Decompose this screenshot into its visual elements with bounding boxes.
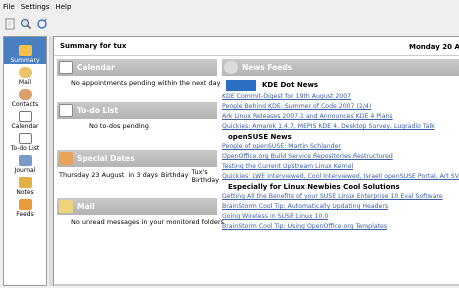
- section-title: Calendar: [77, 63, 115, 72]
- feed-link[interactable]: People Behind KDE: Summer of Code 2007 (…: [222, 102, 459, 112]
- sidebar-item-label: Calendar: [11, 123, 39, 130]
- feed-link[interactable]: People of openSUSE: Martin Schlander: [222, 142, 459, 152]
- sidebar: Summary Mail Contacts Calendar To-do Lis…: [3, 36, 47, 286]
- section-title: News Feeds: [242, 63, 293, 72]
- sidebar-item-label: Journal: [14, 167, 36, 174]
- calendar-icon: [59, 61, 73, 74]
- special-who: Tux's Birthday: [191, 168, 219, 198]
- special-type: Birthday: [160, 171, 189, 179]
- calendar-icon: [18, 111, 32, 122]
- feed-link[interactable]: Ark Linux Releases 2007.1 and Announces …: [222, 112, 459, 122]
- special-who-line2: Birthday: [191, 176, 220, 184]
- sidebar-item-journal[interactable]: Journal: [4, 152, 46, 174]
- special-date: Thursday 23 August: [59, 171, 125, 179]
- mail-section-header: Mail: [57, 198, 217, 215]
- feeds-icon: [18, 199, 32, 210]
- news-feeds-section-header: News Feeds: [222, 59, 459, 76]
- page-title: Summary for tux: [60, 42, 127, 50]
- todo-icon: [18, 133, 32, 144]
- sync-icon[interactable]: [35, 17, 49, 31]
- feed-group-title: openSUSE News: [228, 133, 292, 141]
- todo-icon: [59, 104, 73, 117]
- section-title: Special Dates: [77, 154, 135, 163]
- feed-link[interactable]: Testing the Current Upstream Linux Kerne…: [222, 162, 459, 172]
- feed-link[interactable]: OpenOffice.org Build Service Repositorie…: [222, 152, 459, 162]
- summary-left-column: Calendar No appointments pending within …: [57, 59, 224, 226]
- sidebar-item-calendar[interactable]: Calendar: [4, 108, 46, 130]
- todo-text: No to-dos pending: [89, 122, 149, 130]
- feed-link[interactable]: KDE Commit-Digest for 19th August 2007: [222, 92, 459, 102]
- special-dates-section-header: Special Dates: [57, 150, 217, 167]
- feed-link[interactable]: BrainStorm Cool Tip: Automatically Updat…: [222, 202, 459, 212]
- summary-view: Summary for tux Monday 20 Augu Calendar …: [53, 36, 459, 286]
- special-date-row: Thursday 23 August in 3 days Birthday Tu…: [57, 167, 219, 198]
- current-date: Monday 20 Augu: [409, 43, 459, 51]
- feed-link[interactable]: Quickies: Amarok 1.4.7, MEPIS KDE 4, Des…: [222, 122, 459, 132]
- feed-link[interactable]: Quickies: LWE Interviewed, Cool Intervie…: [222, 172, 459, 182]
- feed-link[interactable]: Going Wireless in SUSE Linux 10.0: [222, 212, 459, 222]
- feed-group-title: Especially for Linux Newbies Cool Soluti…: [228, 183, 400, 191]
- feed-group-title: KDE Dot News: [262, 81, 319, 89]
- section-title: To-do List: [77, 106, 118, 115]
- summary-icon: [18, 45, 32, 56]
- mail-icon: [18, 67, 32, 78]
- search-icon[interactable]: [19, 17, 33, 31]
- sidebar-item-label: Mail: [18, 79, 32, 86]
- mail-icon: [59, 200, 73, 213]
- summary-right-column: News Feeds KDE Dot News KDE Commit-Diges…: [222, 59, 459, 232]
- section-title: Mail: [77, 202, 95, 211]
- menu-file[interactable]: File: [3, 3, 15, 11]
- notes-icon: [18, 177, 32, 188]
- cake-icon: [59, 152, 73, 165]
- sidebar-item-summary[interactable]: Summary: [4, 37, 46, 64]
- sidebar-item-label: Feeds: [16, 211, 34, 218]
- sidebar-item-mail[interactable]: Mail: [4, 64, 46, 86]
- horizontal-scrollbar[interactable]: [54, 284, 459, 286]
- sidebar-item-contacts[interactable]: Contacts: [4, 86, 46, 108]
- calendar-text: No appointments pending within the next …: [71, 79, 221, 87]
- sidebar-item-label: To-do List: [10, 145, 40, 152]
- feed-group-header: KDE Dot News: [222, 78, 459, 92]
- sidebar-item-todo[interactable]: To-do List: [4, 130, 46, 152]
- feed-link[interactable]: Getting All the Benefits of your SUSE Li…: [222, 192, 459, 202]
- sidebar-item-notes[interactable]: Notes: [4, 174, 46, 196]
- mail-text: No unread messages in your monitored fol…: [71, 218, 224, 226]
- feeds-icon: [224, 61, 238, 74]
- journal-icon: [18, 155, 32, 166]
- toolbar: [0, 13, 459, 35]
- summary-header: Summary for tux Monday 20 Augu: [54, 37, 459, 56]
- contacts-icon: [18, 89, 32, 100]
- special-when: in 3 days: [128, 171, 158, 179]
- feed-link[interactable]: BrainStorm Cool Tip: Using OpenOffice.or…: [222, 222, 459, 232]
- sidebar-item-label: Notes: [16, 189, 34, 196]
- menu-help[interactable]: Help: [55, 3, 71, 11]
- special-who-line1: Tux's: [191, 168, 208, 176]
- calendar-section-header: Calendar: [57, 59, 217, 76]
- new-icon[interactable]: [3, 17, 17, 31]
- kde-logo-icon: [226, 79, 256, 91]
- sidebar-item-label: Contacts: [11, 101, 39, 108]
- sidebar-item-label: Summary: [10, 57, 40, 64]
- menu-bar: File Settings Help: [0, 0, 459, 13]
- menu-settings[interactable]: Settings: [21, 3, 50, 11]
- todo-section-header: To-do List: [57, 102, 217, 119]
- sidebar-item-feeds[interactable]: Feeds: [4, 196, 46, 218]
